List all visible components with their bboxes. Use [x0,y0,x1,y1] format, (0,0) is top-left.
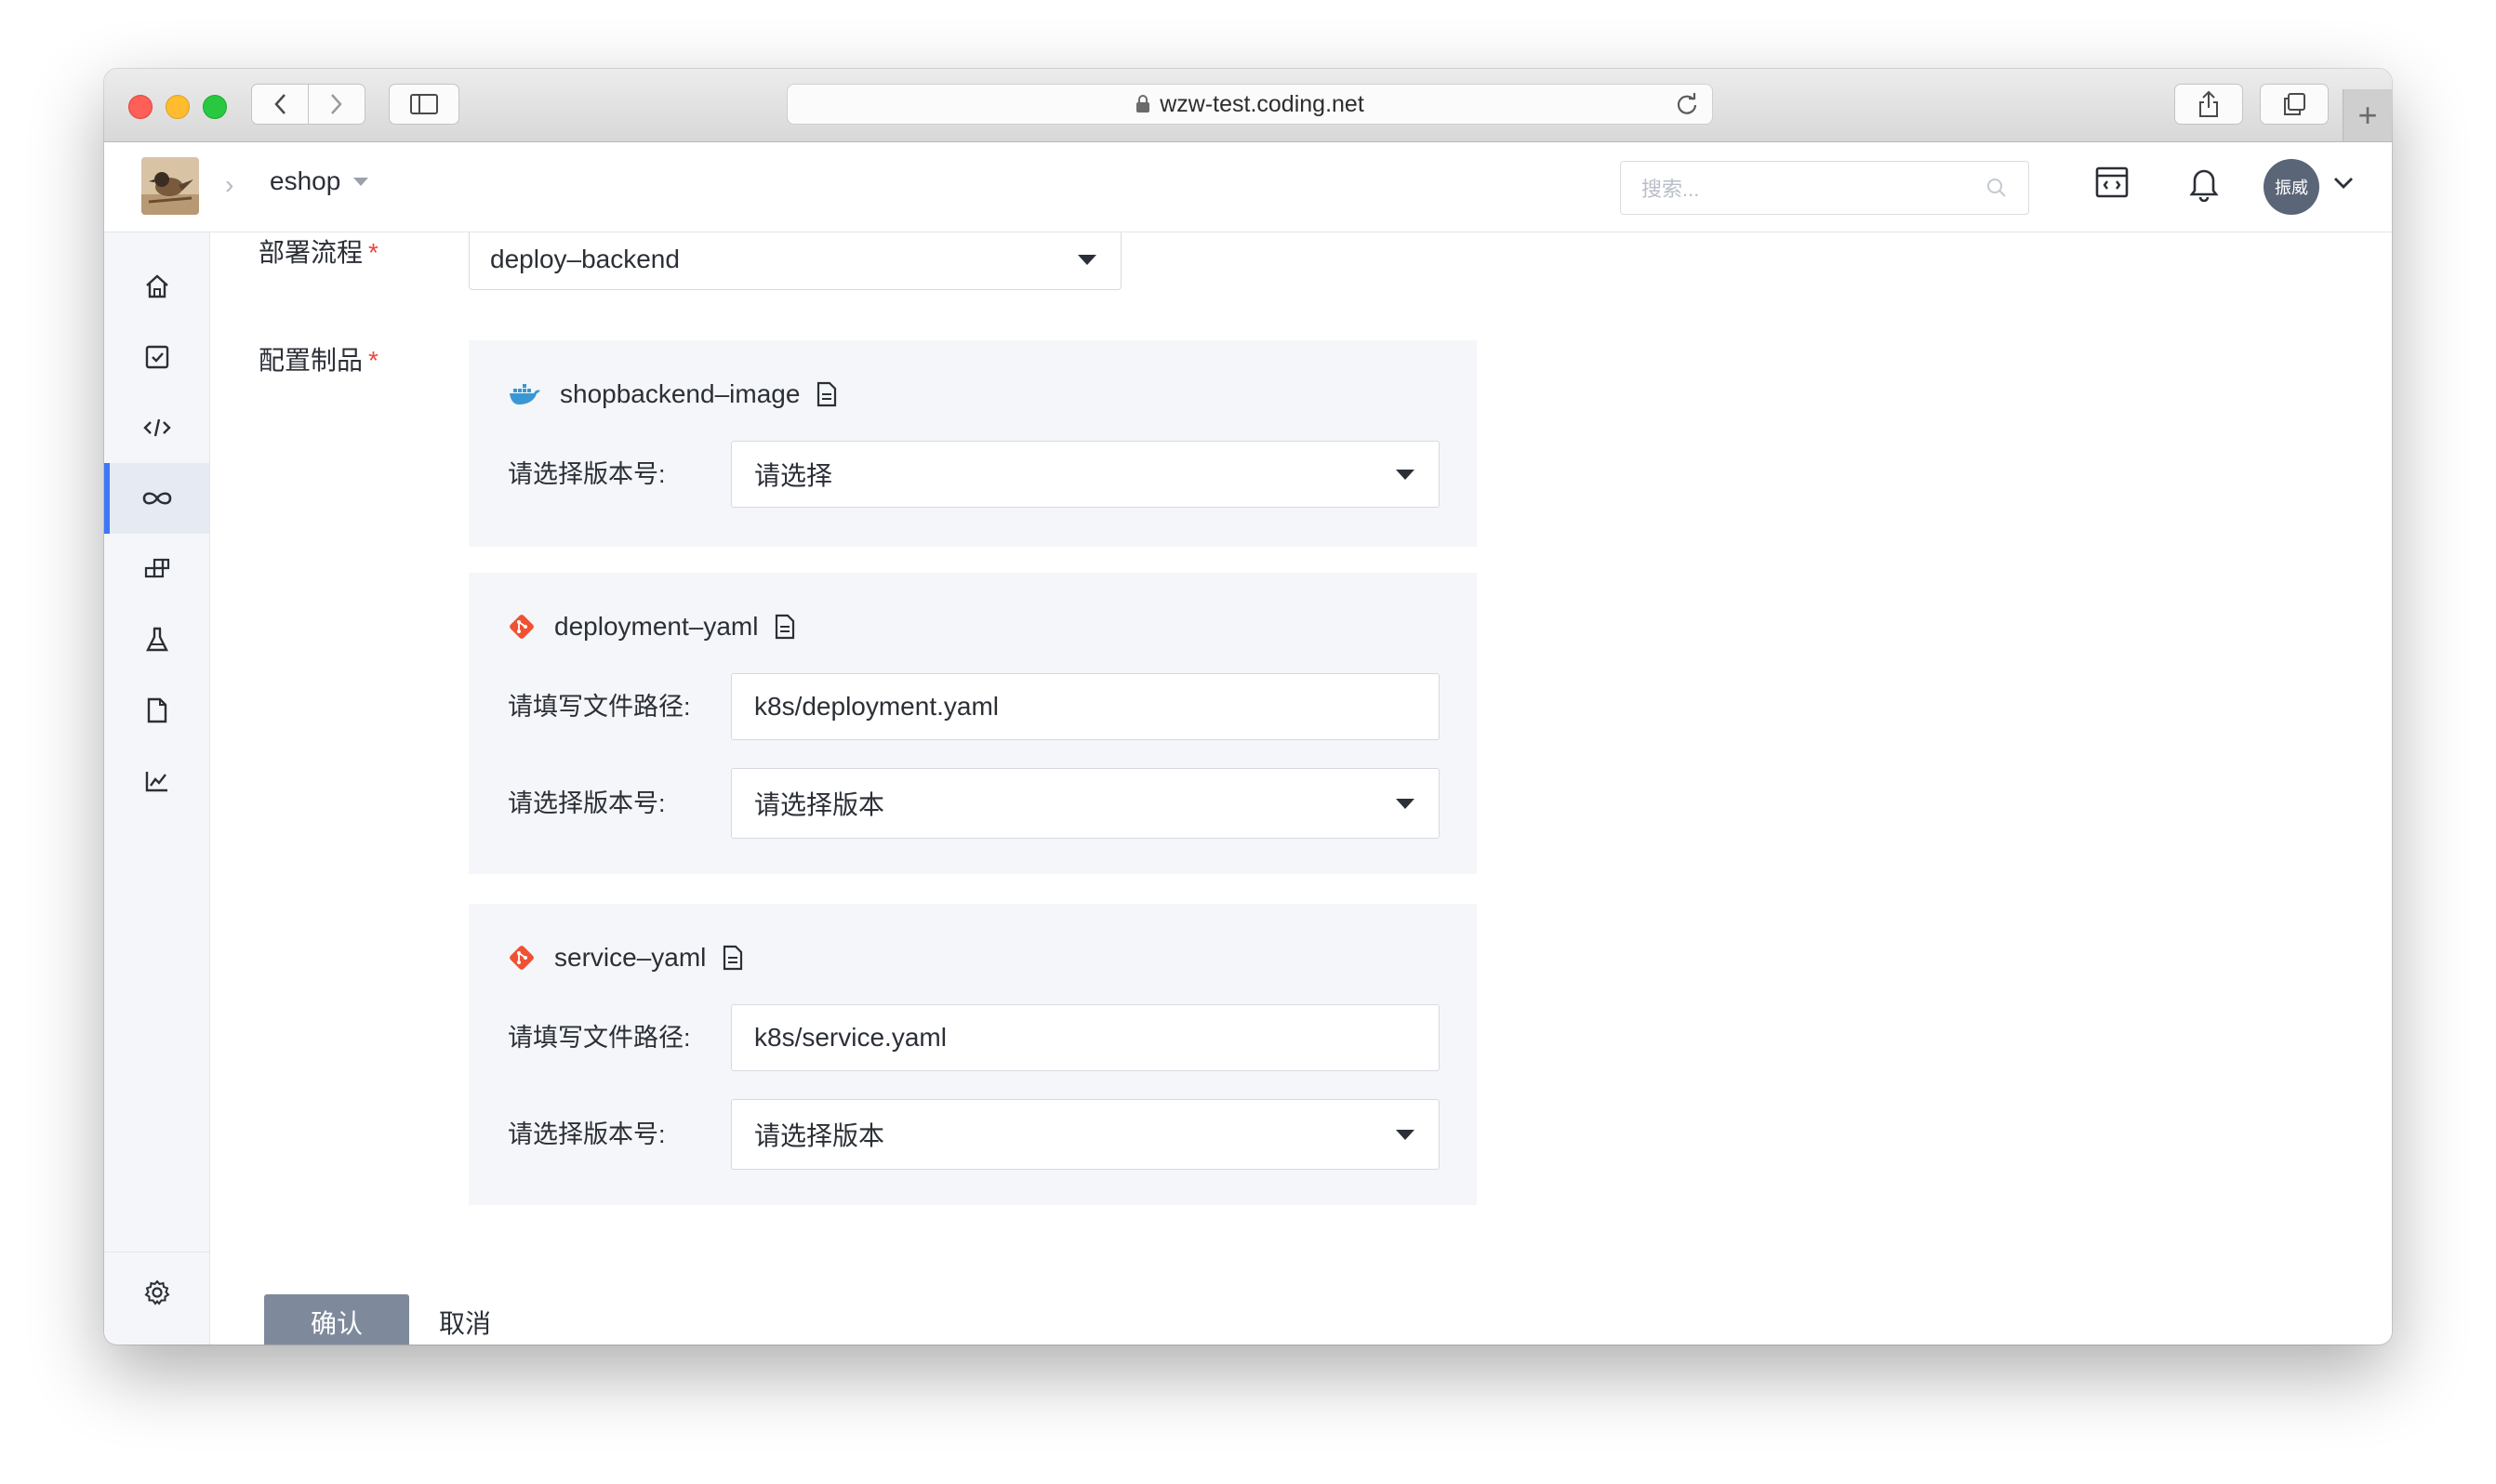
version-select-value: 请选择版本 [754,790,885,819]
bird-picture-icon [141,157,199,215]
sidebar-item-settings[interactable] [104,1257,209,1328]
artifact-card: deployment–yaml 请填写文件路径: k8s/deployment.… [469,573,1477,874]
cancel-button[interactable]: 取消 [439,1294,491,1345]
path-label: 请填写文件路径: [508,1024,691,1052]
zoom-window-button[interactable] [203,95,227,119]
search-icon [1987,179,2006,197]
app-header: › eshop 搜索... 振威 [104,142,2392,232]
minimize-window-button[interactable] [166,95,190,119]
pipeline-label: 部署流程 [259,238,364,267]
breadcrumb-separator: › [225,170,234,199]
version-select[interactable]: 请选择版本 [731,1099,1440,1170]
artifact-title: service–yaml [508,943,743,973]
pipeline-label-row: 部署流程 * [259,232,378,270]
git-icon [510,946,534,970]
git-icon [510,615,534,639]
caret-down-icon [1396,799,1414,809]
main-content: 部署流程 * deploy–backend 配置制品 * shopbackend–i… [210,232,2392,1345]
address-bar[interactable]: wzw-test.coding.net [787,84,1713,125]
tabs-icon [2284,93,2305,115]
sidebar-item-testing[interactable] [104,604,209,675]
lock-icon [1136,95,1150,113]
version-label: 请选择版本号: [508,460,666,488]
share-icon [2199,90,2218,117]
forward-button[interactable] [308,84,365,125]
browser-window: wzw-test.coding.net + › eshop 搜索... 振威 部… [104,69,2392,1345]
sidebar-item-stats[interactable] [104,746,209,816]
pipeline-select-value: deploy–backend [490,244,680,273]
project-switcher[interactable]: eshop [270,166,369,196]
version-select[interactable]: 请选择 [731,441,1440,508]
project-name: eshop [270,166,341,195]
caret-down-icon [1396,470,1414,480]
path-input[interactable]: k8s/deployment.yaml [731,673,1440,740]
confirm-button[interactable]: 确认 [264,1294,409,1345]
artifact-name: shopbackend–image [560,379,801,408]
chevron-down-icon[interactable] [2332,176,2355,191]
tabs-overview-button[interactable] [2260,84,2329,125]
caret-down-icon [353,177,369,186]
version-select-value: 请选择 [754,461,833,490]
document-icon[interactable] [723,945,743,971]
sidebar-toggle-button[interactable] [389,84,459,125]
artifacts-label-row: 配置制品 * [259,340,378,378]
workspace-icon[interactable] [2094,165,2130,200]
bell-icon[interactable] [2187,165,2221,202]
document-icon[interactable] [775,614,795,640]
line-chart-icon [145,772,167,792]
sidebar-item-continuous-deploy[interactable] [104,463,209,534]
back-button[interactable] [251,84,309,125]
caret-down-icon [1396,1130,1414,1140]
reload-icon[interactable] [1675,92,1699,116]
chevron-right-icon [331,94,342,114]
document-icon [147,697,166,723]
search-input[interactable]: 搜索... [1620,161,2029,215]
artifact-title: deployment–yaml [508,612,795,642]
sidebar-item-tasks[interactable] [104,322,209,392]
search-placeholder: 搜索... [1641,178,1700,201]
chevron-left-icon [274,94,285,114]
code-icon [142,418,171,437]
continuous-deploy-icon [142,492,171,505]
caret-down-icon [1078,254,1096,265]
document-icon[interactable] [817,381,837,407]
artifact-title: shopbackend–image [508,379,837,409]
share-button[interactable] [2174,84,2243,125]
artifact-name: service–yaml [554,943,707,972]
sidebar-item-artifacts[interactable] [104,534,209,604]
path-input[interactable]: k8s/service.yaml [731,1004,1440,1071]
browser-titlebar: wzw-test.coding.net + [104,69,2392,142]
version-label: 请选择版本号: [508,1120,666,1148]
artifact-card: service–yaml 请填写文件路径: k8s/service.yaml 请… [469,904,1477,1205]
sidebar-expand-button[interactable] [104,1339,209,1345]
version-select-value: 请选择版本 [754,1121,885,1150]
sidebar-item-code[interactable] [104,392,209,463]
path-input-value: k8s/deployment.yaml [754,692,1000,721]
sidebar [104,232,210,1345]
artifacts-icon [144,558,169,578]
team-logo[interactable] [141,157,199,215]
gear-icon [143,1279,170,1305]
required-mark: * [368,238,378,267]
flask-icon [145,627,168,652]
home-icon [145,274,168,298]
pipeline-select[interactable]: deploy–backend [469,232,1122,290]
sidebar-item-home[interactable] [104,251,209,322]
path-label: 请填写文件路径: [508,693,691,721]
close-window-button[interactable] [128,95,153,119]
path-input-value: k8s/service.yaml [754,1023,947,1052]
sidebar-icon [410,94,438,114]
artifacts-label: 配置制品 [259,346,364,375]
sidebar-item-docs[interactable] [104,675,209,746]
new-tab-button[interactable]: + [2343,89,2392,141]
url-text: wzw-test.coding.net [1160,90,1364,117]
artifact-name: deployment–yaml [554,612,759,641]
artifact-card: shopbackend–image 请选择版本号: 请选择 [469,340,1477,547]
tasks-icon [145,345,168,369]
version-label: 请选择版本号: [508,789,666,817]
user-avatar[interactable]: 振威 [2264,159,2319,215]
docker-icon [510,384,540,404]
version-select[interactable]: 请选择版本 [731,768,1440,839]
required-mark: * [368,346,378,375]
